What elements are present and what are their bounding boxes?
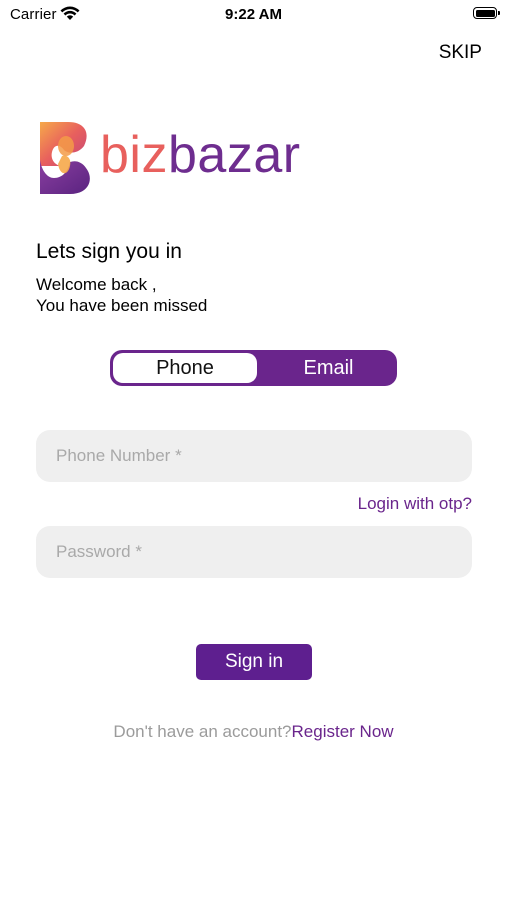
logo-mark-icon: [38, 120, 94, 196]
register-now-link[interactable]: Register Now: [292, 722, 394, 741]
login-mode-toggle: Phone Email: [110, 350, 397, 386]
status-bar: Carrier 9:22 AM: [0, 0, 507, 28]
welcome-line-1: Welcome back ,: [36, 275, 157, 294]
password-input[interactable]: [36, 526, 472, 578]
app-logo: bizbazar: [38, 120, 301, 196]
skip-button[interactable]: SKIP: [439, 42, 482, 64]
welcome-line-2: You have been missed: [36, 296, 208, 315]
logo-wordmark: bizbazar: [100, 129, 301, 181]
register-prompt-text: Don't have an account?: [113, 722, 292, 741]
logo-text-bazar: bazar: [167, 126, 301, 184]
register-prompt-row: Don't have an account?Register Now: [0, 722, 507, 742]
page-title: Lets sign you in: [36, 240, 182, 263]
sign-in-button[interactable]: Sign in: [196, 644, 312, 680]
toggle-option-email[interactable]: Email: [260, 350, 397, 386]
clock-time: 9:22 AM: [225, 6, 282, 23]
battery-icon: [473, 7, 500, 19]
toggle-option-phone[interactable]: Phone: [113, 353, 257, 383]
login-with-otp-link[interactable]: Login with otp?: [358, 494, 472, 514]
welcome-message: Welcome back , You have been missed: [36, 274, 207, 316]
logo-text-biz: biz: [100, 126, 168, 184]
phone-number-input[interactable]: [36, 430, 472, 482]
